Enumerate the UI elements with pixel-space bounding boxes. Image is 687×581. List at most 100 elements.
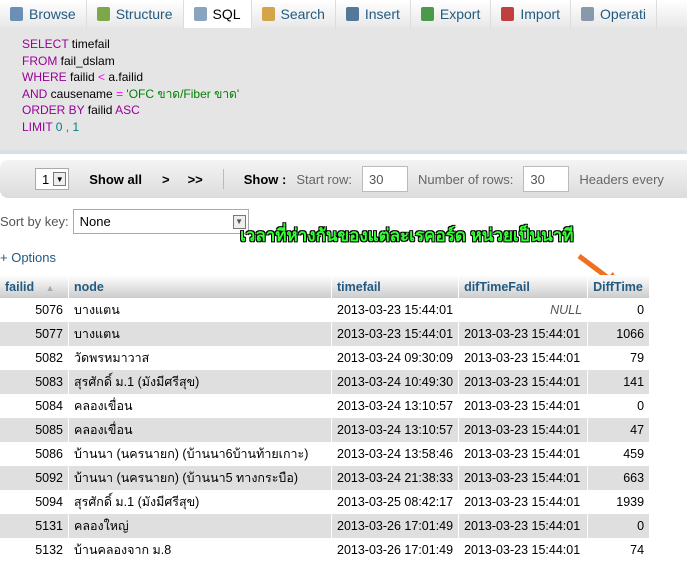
start-row-input[interactable]: 30 xyxy=(361,166,408,192)
sort-by-key-label: Sort by key: xyxy=(0,214,69,229)
tab-operati[interactable]: Operati xyxy=(571,0,657,28)
number-of-rows-label: Number of rows: xyxy=(417,171,514,187)
table-row[interactable]: 5083 สุรศักดิ์ ม.1 (มังมีศรีสุข) 2013-03-2… xyxy=(0,370,651,394)
cell-diftimefail: 2013-03-23 15:44:01 xyxy=(458,538,589,562)
tab-import[interactable]: Import xyxy=(491,0,572,28)
cell-failid: 5094 xyxy=(0,490,69,514)
cell-timefail: 2013-03-23 15:44:01 xyxy=(331,322,460,346)
cell-difftime: 141 xyxy=(587,370,651,394)
cell-node: สุรศักดิ์ ม.1 (มังมีศรีสุข) xyxy=(68,370,332,394)
next-button[interactable]: > xyxy=(162,172,170,187)
wrench-icon xyxy=(581,7,595,21)
cell-failid: 5132 xyxy=(0,538,69,562)
table-row[interactable]: 5082 วัดพรหมาวาส 2013-03-24 09:30:09 2013-0… xyxy=(0,346,651,370)
column-header-failid[interactable]: failid ▲ xyxy=(0,275,69,298)
options-link[interactable]: + Options xyxy=(0,250,56,265)
cell-diftimefail: 2013-03-23 15:44:01 xyxy=(458,442,589,466)
cell-timefail: 2013-03-25 08:42:17 xyxy=(331,490,460,514)
sql-operator: < xyxy=(98,70,106,84)
cell-timefail: 2013-03-24 13:10:57 xyxy=(331,394,460,418)
number-of-rows-input[interactable]: 30 xyxy=(523,166,570,192)
table-row[interactable]: 5092 บ้านนา (นครนายก) (บ้านนา5 ทางกระบือ)… xyxy=(0,466,651,490)
sql-query: SELECT timefail FROM fail_dslam WHERE fa… xyxy=(0,28,687,135)
cell-node: คลองเขื่อน xyxy=(68,418,332,442)
sql-text: failid xyxy=(66,70,99,84)
tab-label: Structure xyxy=(115,6,173,22)
last-button[interactable]: >> xyxy=(188,172,203,187)
column-header-node[interactable]: node xyxy=(68,275,332,298)
tab-bar: Browse Structure SQL Search Insert Export Impo… xyxy=(0,0,687,29)
column-header-difftime[interactable]: DiffTime xyxy=(587,275,651,298)
structure-icon xyxy=(96,7,110,21)
import-icon xyxy=(501,7,515,21)
insert-icon xyxy=(345,7,359,21)
cell-timefail: 2013-03-23 15:44:01 xyxy=(331,298,460,322)
tab-export[interactable]: Export xyxy=(411,0,492,28)
cell-diftimefail: 2013-03-23 15:44:01 xyxy=(458,322,589,346)
tab-structure[interactable]: Structure xyxy=(87,0,184,28)
cell-difftime: 0 xyxy=(587,298,651,322)
browse-icon xyxy=(10,7,23,21)
column-header-label: node xyxy=(74,279,104,294)
cell-diftimefail: NULL xyxy=(458,298,589,322)
tab-label: SQL xyxy=(212,6,241,22)
table-row[interactable]: 5131 คลองใหญ่ 2013-03-26 17:01:49 2013-03-2… xyxy=(0,514,651,538)
column-header-diftimefail[interactable]: difTimeFail xyxy=(458,275,589,298)
tab-search[interactable]: Search xyxy=(252,0,336,28)
table-row[interactable]: 5076 บางแตน 2013-03-23 15:44:01 NULL 0 xyxy=(0,298,651,322)
tab-label: Insert xyxy=(364,6,400,22)
start-row-label: Start row: xyxy=(296,171,352,187)
tab-browse[interactable]: Browse xyxy=(0,0,87,28)
cell-diftimefail: 2013-03-23 15:44:01 xyxy=(458,418,589,442)
annotation-text: เวลาที่ห่างกันของแต่ละเรคอร์ด หน่วยเป็นน… xyxy=(240,226,574,245)
sql-query-box: SELECT timefail FROM fail_dslam WHERE fa… xyxy=(0,28,687,154)
show-all-button[interactable]: Show all xyxy=(89,172,142,187)
cell-node: บ้านคลองจาก ม.8 xyxy=(68,538,332,562)
table-row[interactable]: 5094 สุรศักดิ์ ม.1 (มังมีศรีสุข) 2013-03-2… xyxy=(0,490,651,514)
cell-difftime: 663 xyxy=(587,466,651,490)
sort-asc-icon: ▲ xyxy=(45,282,55,293)
cell-diftimefail: 2013-03-23 15:44:01 xyxy=(458,346,589,370)
search-icon xyxy=(261,7,275,21)
table-row[interactable]: 5086 บ้านนา (นครนายก) (บ้านนา6บ้านท้ายเกา… xyxy=(0,442,651,466)
sort-by-key-select[interactable]: None ▼ xyxy=(72,209,249,234)
sql-keyword: ORDER BY xyxy=(22,103,85,117)
show-button[interactable]: Show : xyxy=(244,172,287,187)
column-header-label: timefail xyxy=(337,279,381,294)
cell-node: บ้านนา (นครนายก) (บ้านนา6บ้านท้ายเกาะ) xyxy=(68,442,332,466)
page-select[interactable]: 1 ▼ xyxy=(35,168,70,190)
navigation-bar: 1 ▼ Show all > >> Show : Start row: 30 Nu… xyxy=(0,160,687,198)
tab-insert[interactable]: Insert xyxy=(336,0,411,28)
cell-node: คลองใหญ่ xyxy=(68,514,332,538)
table-row[interactable]: 5132 บ้านคลองจาก ม.8 2013-03-26 17:01:49 20… xyxy=(0,538,651,562)
cell-timefail: 2013-03-26 17:01:49 xyxy=(331,514,460,538)
cell-difftime: 459 xyxy=(587,442,651,466)
sql-keyword[interactable]: SELECT xyxy=(22,37,68,51)
column-header-timefail[interactable]: timefail xyxy=(331,275,460,298)
sql-text: failid xyxy=(84,103,116,117)
tab-label: Search xyxy=(280,6,325,22)
sort-value: None xyxy=(79,214,111,229)
sql-text: causename xyxy=(47,86,117,101)
cell-failid: 5092 xyxy=(0,466,69,490)
table-row[interactable]: 5077 บางแตน 2013-03-23 15:44:01 2013-03-23 … xyxy=(0,322,651,346)
table-row[interactable]: 5085 คลองเขื่อน 2013-03-24 13:10:57 2013-03… xyxy=(0,418,651,442)
cell-diftimefail: 2013-03-23 15:44:01 xyxy=(458,370,589,394)
cell-failid: 5084 xyxy=(0,394,69,418)
cell-timefail: 2013-03-24 13:58:46 xyxy=(331,442,460,466)
cell-node: บางแตน xyxy=(68,298,332,322)
cell-timefail: 2013-03-24 09:30:09 xyxy=(331,346,460,370)
sql-keyword: ASC xyxy=(115,103,140,117)
cell-difftime: 0 xyxy=(587,514,651,538)
table-row[interactable]: 5084 คลองเขื่อน 2013-03-24 13:10:57 2013-03… xyxy=(0,394,651,418)
divider xyxy=(222,169,224,189)
sql-string: 'OFC ขาด/Fiber ขาด' xyxy=(123,86,240,101)
tab-label: Export xyxy=(439,6,481,22)
cell-failid: 5086 xyxy=(0,442,69,466)
sql-keyword: AND xyxy=(22,86,48,101)
sql-keyword: WHERE xyxy=(22,70,67,84)
tab-sql[interactable]: SQL xyxy=(183,0,252,28)
cell-difftime: 47 xyxy=(587,418,651,442)
cell-failid: 5076 xyxy=(0,298,69,322)
cell-difftime: 79 xyxy=(587,346,651,370)
